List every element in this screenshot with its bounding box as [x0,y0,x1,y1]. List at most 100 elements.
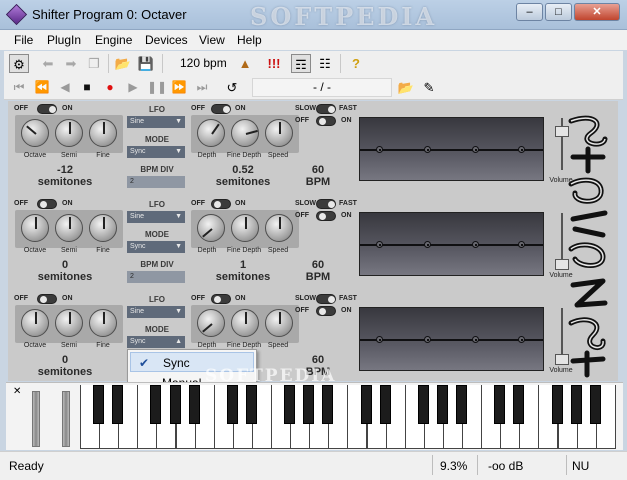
plugin-icon[interactable]: ⚙ [9,54,29,73]
menu-help[interactable]: Help [237,33,262,47]
keyboard-settings-icon[interactable]: ☷ [315,54,335,73]
fine-depth-knob[interactable] [231,309,259,337]
black-key[interactable] [188,385,200,424]
fine-depth-knob[interactable] [231,214,259,242]
semi-knob[interactable] [55,119,83,147]
black-key[interactable] [551,385,563,424]
menu-engine[interactable]: Engine [95,33,132,47]
speed-range-toggle[interactable] [316,104,336,114]
forward-arrow-icon[interactable]: ➡ [61,54,81,73]
forward-end-icon[interactable]: ⏭ [193,78,211,97]
black-key[interactable] [303,385,315,424]
black-key[interactable] [379,385,391,424]
lfo-wave-select[interactable]: Sine ▼ [127,306,185,318]
black-key[interactable] [322,385,334,424]
black-key[interactable] [284,385,296,424]
octave-knob[interactable] [21,214,49,242]
speed-range-toggle[interactable] [316,199,336,209]
copy-icon[interactable]: ❐ [84,54,104,73]
lfo-envelope-display[interactable] [359,117,544,181]
app-icon[interactable] [5,3,28,26]
menu-plugin[interactable]: PlugIn [47,33,81,47]
panic-icon[interactable]: !!! [264,54,284,73]
black-key[interactable] [93,385,105,424]
shifter-toggle[interactable] [37,294,57,304]
black-key[interactable] [589,385,601,424]
lfo-wave-select[interactable]: Sine ▼ [127,211,185,223]
semi-knob[interactable] [55,214,83,242]
black-key[interactable] [494,385,506,424]
piano-keyboard[interactable] [80,385,621,449]
maximize-button[interactable]: □ [545,3,572,21]
minimize-button[interactable]: – [516,3,543,21]
shifter-toggle[interactable] [37,199,57,209]
rewind-icon[interactable]: ⏪ [33,78,51,97]
shifter-toggle[interactable] [37,104,57,114]
menu-file[interactable]: File [14,33,33,47]
black-key[interactable] [570,385,582,424]
bpm-div-field[interactable]: 2 [127,271,185,283]
stop-icon[interactable]: ■ [78,78,96,97]
keyboard-icon[interactable]: ☶ [291,54,311,73]
lfo-mode-select[interactable]: Sync ▼ [127,146,185,158]
lfo-mode-select[interactable]: Sync ▲ [127,336,185,348]
back-arrow-icon[interactable]: ⬅ [38,54,58,73]
depth-knob[interactable] [197,309,225,337]
lfo-toggle[interactable] [211,199,231,209]
edit-icon[interactable]: ✎ [419,78,439,97]
octave-knob[interactable] [21,309,49,337]
black-key[interactable] [169,385,181,424]
speed-toggle[interactable] [316,116,336,126]
black-key[interactable] [360,385,372,424]
black-key[interactable] [417,385,429,424]
black-key[interactable] [436,385,448,424]
lfo-envelope-display[interactable] [359,212,544,276]
lfo-toggle[interactable] [211,104,231,114]
depth-knob[interactable] [197,214,225,242]
metronome-icon[interactable]: ▲ [235,54,255,73]
speed-knob[interactable] [265,119,293,147]
depth-knob[interactable] [197,119,225,147]
pitch-wheel[interactable] [32,391,40,447]
pitch-knob-group [15,210,123,248]
close-button[interactable]: ✕ [574,3,620,21]
tempo-display[interactable]: 120 bpm [180,56,227,70]
open-folder-icon[interactable]: 📂 [113,54,133,73]
lfo-mode-select[interactable]: Sync ▼ [127,241,185,253]
semi-knob[interactable] [55,309,83,337]
black-key[interactable] [112,385,124,424]
speed-knob[interactable] [265,214,293,242]
black-key[interactable] [226,385,238,424]
close-icon[interactable]: ✕ [13,386,21,397]
fine-knob[interactable] [89,309,117,337]
record-icon[interactable]: ● [101,78,119,97]
octave-knob[interactable] [21,119,49,147]
open-file-icon[interactable]: 📂 [396,78,416,97]
rewind-start-icon[interactable]: ⏮ [10,78,28,97]
black-key[interactable] [456,385,467,424]
bpm-div-field[interactable]: 2 [127,176,185,188]
fine-knob[interactable] [89,214,117,242]
fine-depth-knob[interactable] [231,119,259,147]
lfo-envelope-display[interactable] [359,307,544,371]
black-key[interactable] [245,385,257,424]
fast-forward-icon[interactable]: ⏩ [170,78,188,97]
pause-icon[interactable]: ❚❚ [147,78,167,97]
black-key[interactable] [150,385,162,424]
loop-icon[interactable]: ↺ [222,78,242,97]
menu-view[interactable]: View [199,33,225,47]
speed-toggle[interactable] [316,211,336,221]
speed-toggle[interactable] [316,306,336,316]
black-key[interactable] [513,385,525,424]
speed-range-toggle[interactable] [316,294,336,304]
mod-wheel[interactable] [62,391,70,447]
fine-knob[interactable] [89,119,117,147]
lfo-wave-select[interactable]: Sine ▼ [127,116,185,128]
speed-knob[interactable] [265,309,293,337]
step-back-icon[interactable]: ◀ [56,78,74,97]
save-disk-icon[interactable]: 💾 [136,54,156,73]
menu-devices[interactable]: Devices [145,33,188,47]
help-icon[interactable]: ? [346,54,366,73]
play-icon[interactable]: ▶ [124,78,142,97]
lfo-toggle[interactable] [211,294,231,304]
